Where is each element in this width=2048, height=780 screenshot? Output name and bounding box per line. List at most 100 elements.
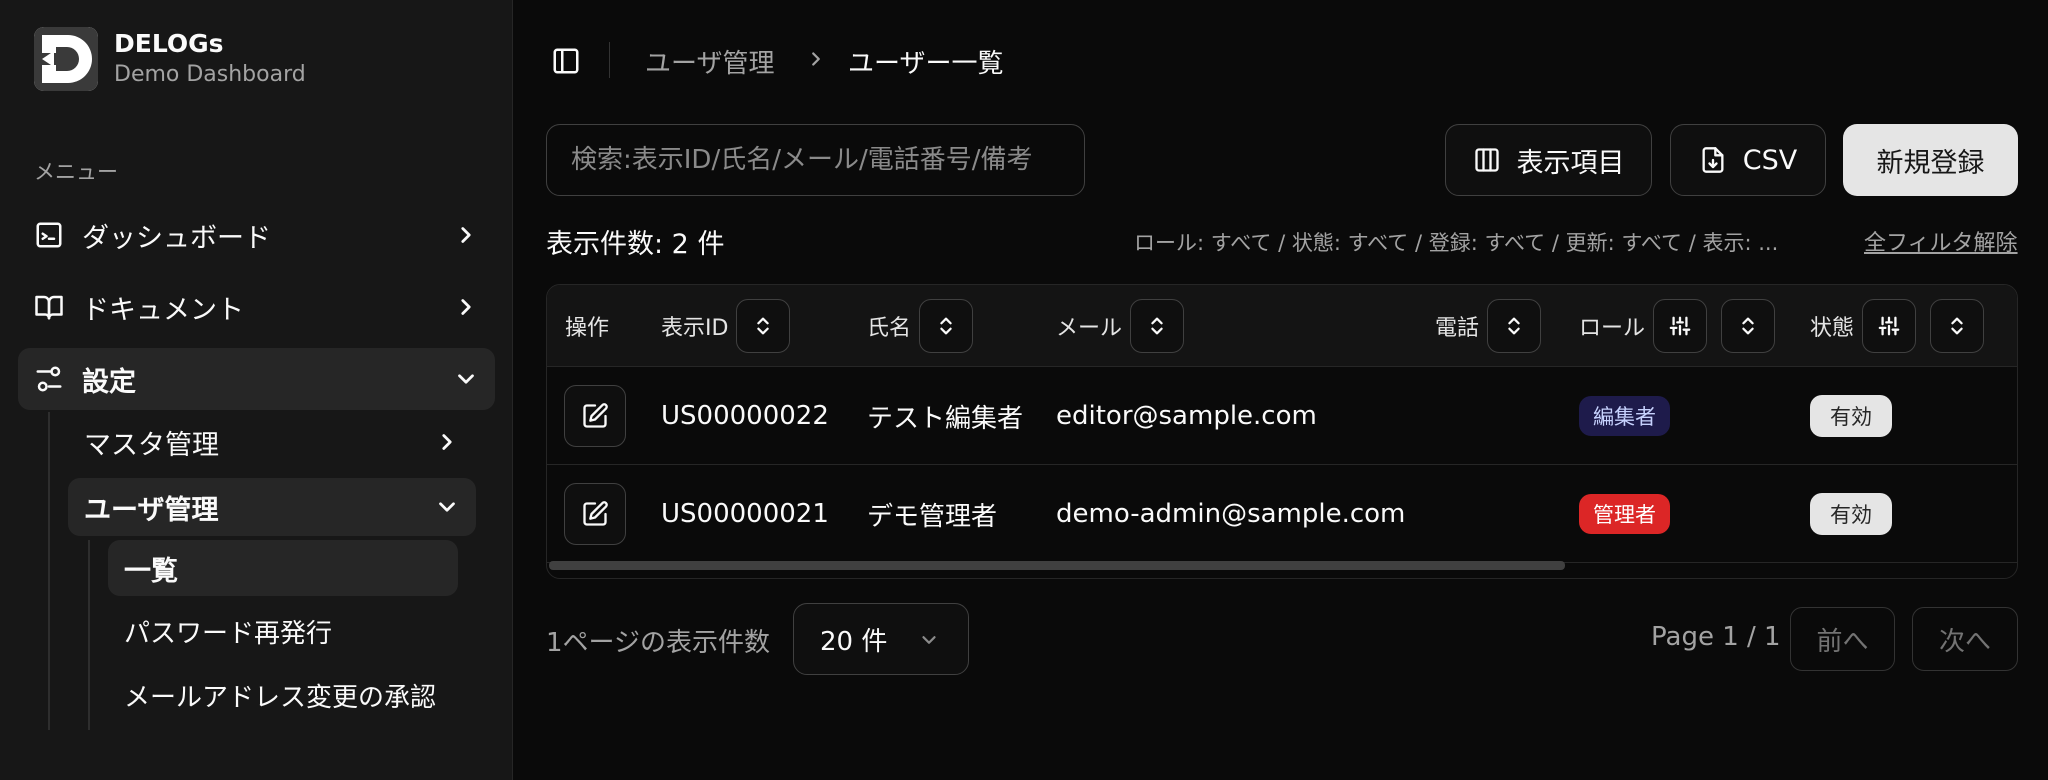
book-open-icon	[35, 295, 63, 320]
settings-sliders-icon	[36, 366, 62, 392]
sidebar-item-label: ユーザ管理	[84, 494, 219, 526]
new-registration-button[interactable]: 新規登録	[1843, 124, 2018, 196]
cell-name: テスト編集者	[867, 403, 1024, 434]
chevron-down-icon	[922, 636, 936, 644]
per-page-select[interactable]: 20 件	[793, 603, 969, 675]
sidebar-item-password-reissue[interactable]: パスワード再発行	[108, 602, 458, 660]
sidebar-item-master[interactable]: マスタ管理	[68, 412, 476, 472]
header-email: メール	[1056, 285, 1185, 367]
sort-icon	[1951, 317, 1963, 335]
sort-role-button[interactable]	[1721, 299, 1776, 353]
sort-name-button[interactable]	[919, 299, 974, 353]
app-name: DELOGs	[114, 29, 224, 58]
sort-display-id-button[interactable]	[736, 299, 791, 353]
cell-role: 管理者	[1579, 465, 1670, 563]
sidebar-item-label: ドキュメント	[82, 294, 244, 326]
chevron-down-icon	[439, 502, 455, 512]
csv-button-label: CSV	[1742, 144, 1798, 176]
filter-role-button[interactable]	[1653, 299, 1708, 353]
sort-icon	[757, 317, 770, 335]
submenu-guide	[48, 412, 50, 730]
header-role: ロール	[1579, 285, 1776, 367]
chevron-down-icon	[458, 374, 474, 384]
per-page-label: 1ページの表示件数	[546, 628, 771, 658]
menu-heading: メニュー	[34, 160, 118, 184]
header-display-id: 表示ID	[661, 285, 791, 367]
sidebar-item-email-change-approval[interactable]: メールアドレス変更の承認	[108, 666, 468, 724]
cell-email: editor@sample.com	[1056, 401, 1317, 431]
role-badge: 編集者	[1579, 396, 1670, 436]
filter-status-button[interactable]	[1862, 299, 1917, 353]
cell-name: デモ管理者	[867, 501, 998, 532]
sliders-vertical-icon	[1669, 316, 1691, 336]
columns-button-label: 表示項目	[1516, 147, 1625, 179]
cell-status: 有効	[1810, 367, 1892, 465]
status-badge: 有効	[1810, 395, 1892, 437]
chevron-right-icon	[461, 227, 471, 243]
filter-summary: ロール: すべて / 状態: すべて / 登録: すべて / 更新: すべて /…	[1134, 231, 1779, 255]
search-input[interactable]	[546, 124, 1085, 196]
sidebar-item-dashboard[interactable]: ダッシュボード	[18, 204, 495, 266]
breadcrumb-current: ユーザー一覧	[848, 49, 1004, 79]
prev-page-button[interactable]: 前へ	[1790, 607, 1895, 671]
row-actions	[564, 367, 626, 465]
sidebar-item-label: メールアドレス変更の承認	[124, 682, 437, 713]
cell-email: demo-admin@sample.com	[1056, 499, 1406, 529]
sort-phone-button[interactable]	[1487, 299, 1542, 353]
cell-role: 編集者	[1579, 367, 1670, 465]
csv-button[interactable]: CSV	[1670, 124, 1826, 196]
edit-icon	[583, 501, 608, 526]
chevron-right-icon	[461, 299, 471, 315]
sort-icon	[1508, 317, 1520, 335]
header-name: 氏名	[867, 285, 974, 367]
sort-icon	[940, 317, 952, 335]
cell-display-id: US00000022	[661, 401, 829, 431]
user-table: 操作 表示ID 氏名 メール 電話 ロール 状態 US00000022 テスト編…	[546, 284, 2018, 579]
sidebar-item-label: 一覧	[124, 555, 178, 587]
horizontal-scrollbar[interactable]	[549, 561, 1565, 570]
cell-display-id: US00000021	[661, 499, 829, 529]
sidebar: DELOGs Demo Dashboard メニュー ダッシュボード ドキュメン…	[0, 0, 513, 780]
sidebar-item-settings[interactable]: 設定	[18, 348, 495, 410]
next-page-button[interactable]: 次へ	[1912, 607, 2018, 671]
sidebar-item-documents[interactable]: ドキュメント	[18, 276, 495, 338]
sort-email-button[interactable]	[1130, 299, 1185, 353]
edit-button[interactable]	[564, 385, 626, 447]
status-badge: 有効	[1810, 493, 1892, 535]
sidebar-item-user-list[interactable]: 一覧	[108, 540, 458, 596]
terminal-icon	[36, 222, 62, 248]
table-header: 操作 表示ID 氏名 メール 電話 ロール 状態	[547, 285, 2017, 367]
sidebar-item-label: パスワード再発行	[124, 618, 333, 649]
sidebar-toggle-icon[interactable]	[551, 46, 581, 76]
columns-button[interactable]: 表示項目	[1445, 124, 1652, 196]
sidebar-item-user-management[interactable]: ユーザ管理	[68, 478, 476, 536]
edit-icon	[583, 403, 608, 428]
app-logo	[34, 27, 98, 91]
edit-button[interactable]	[564, 483, 626, 545]
sort-icon	[1151, 317, 1163, 335]
sort-status-button[interactable]	[1930, 299, 1985, 353]
cell-status: 有効	[1810, 465, 1892, 563]
table-row[interactable]: US00000021 デモ管理者 demo-admin@sample.com 管…	[547, 465, 2017, 563]
per-page-value: 20 件	[820, 626, 888, 657]
header-status: 状態	[1810, 285, 1985, 367]
role-badge: 管理者	[1579, 494, 1670, 534]
result-count: 表示件数: 2 件	[546, 229, 725, 260]
chevron-right-icon	[812, 52, 820, 66]
app-subtitle: Demo Dashboard	[114, 62, 306, 87]
clear-filters-link[interactable]: 全フィルタ解除	[1864, 225, 2018, 257]
sort-icon	[1742, 317, 1754, 335]
sidebar-item-label: マスタ管理	[84, 429, 219, 461]
submenu-guide	[88, 540, 90, 730]
header-actions: 操作	[565, 316, 610, 341]
sliders-vertical-icon	[1878, 316, 1900, 336]
chevron-right-icon	[442, 434, 452, 450]
file-download-icon	[1702, 147, 1724, 173]
breadcrumb-parent[interactable]: ユーザ管理	[645, 43, 774, 80]
header-phone: 電話	[1435, 285, 1542, 367]
page-info: Page 1 / 1	[1651, 622, 1781, 652]
header-divider	[609, 42, 610, 78]
row-actions	[564, 465, 626, 563]
brand[interactable]: DELOGs Demo Dashboard	[34, 27, 306, 91]
table-row[interactable]: US00000022 テスト編集者 editor@sample.com 編集者 …	[547, 367, 2017, 465]
